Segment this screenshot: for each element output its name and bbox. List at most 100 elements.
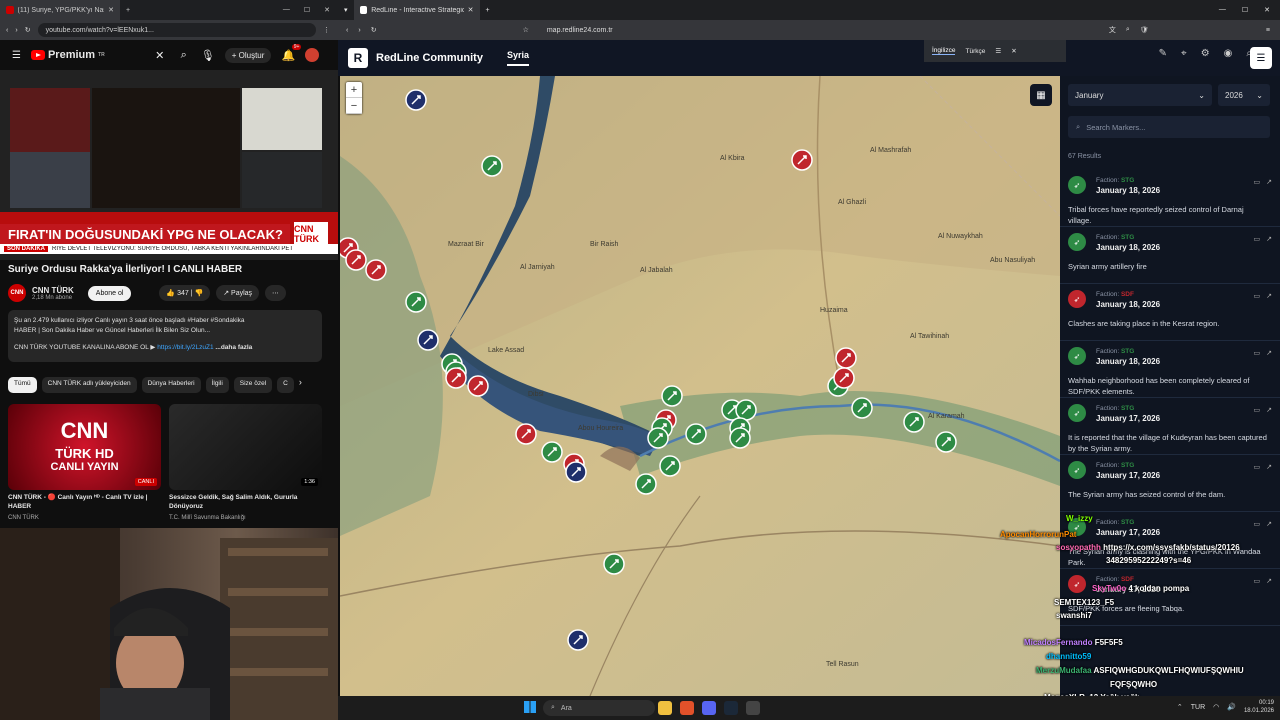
reload-icon[interactable]: ↻ xyxy=(371,26,377,34)
map-marker[interactable] xyxy=(405,291,427,313)
mic-icon[interactable]: 🎙 xyxy=(201,48,215,62)
map-marker[interactable] xyxy=(405,89,427,111)
chip-more[interactable]: C xyxy=(277,377,294,393)
external-link-icon[interactable]: ↗ xyxy=(1266,178,1272,186)
subscribe-button[interactable]: Abone ol xyxy=(87,285,132,301)
camera-icon[interactable]: ◉ xyxy=(1224,48,1233,59)
map-marker[interactable] xyxy=(515,423,537,445)
ruler-icon[interactable]: ✎ xyxy=(1159,48,1167,59)
map-canvas[interactable]: Lake Assad Abou Houreira Al Mashrafah Al Gh… xyxy=(340,76,1060,696)
map-marker[interactable] xyxy=(833,367,855,389)
bookmark-icon[interactable]: ☆ xyxy=(523,26,529,34)
back-icon[interactable]: ‹ xyxy=(346,27,348,34)
translate-close-icon[interactable]: ✕ xyxy=(1011,47,1016,55)
maximize-icon[interactable]: ☐ xyxy=(1242,6,1248,14)
external-link-icon[interactable]: ↗ xyxy=(1266,406,1272,414)
zoom-in-button[interactable]: + xyxy=(346,82,362,98)
folder-app-icon[interactable] xyxy=(658,701,672,715)
map-marker[interactable] xyxy=(467,375,489,397)
maximize-icon[interactable]: ☐ xyxy=(304,6,310,14)
map-marker[interactable] xyxy=(635,473,657,495)
volume-icon[interactable]: 🔊 xyxy=(1227,703,1236,711)
year-select[interactable]: 2026 ⌄ xyxy=(1218,84,1270,106)
desc-link[interactable]: https://bit.ly/2LzuZ1 xyxy=(157,344,213,351)
brave-app-icon[interactable] xyxy=(680,701,694,715)
translate-menu-icon[interactable]: ☰ xyxy=(995,47,1001,55)
create-button[interactable]: + Oluştur xyxy=(224,47,272,63)
external-link-icon[interactable]: ↗ xyxy=(1266,349,1272,357)
map-marker[interactable] xyxy=(791,149,813,171)
map-marker[interactable] xyxy=(417,329,439,351)
chip-all[interactable]: Tümü xyxy=(8,377,37,393)
chevron-up-icon[interactable]: ⌃ xyxy=(1177,703,1183,711)
nav-syria[interactable]: Syria xyxy=(506,50,529,66)
redline-tab[interactable]: RedLine - Interactive Strategic M ✕ xyxy=(353,0,480,20)
map-marker[interactable] xyxy=(835,347,857,369)
external-link-icon[interactable]: ↗ xyxy=(1266,235,1272,243)
wifi-icon[interactable]: ◠ xyxy=(1213,703,1219,711)
url-field[interactable]: youtube.com/watch?v=lEENxuk1... xyxy=(37,23,316,37)
map-marker[interactable] xyxy=(445,367,467,389)
reload-icon[interactable]: ↻ xyxy=(25,26,31,34)
brand-logo[interactable]: R xyxy=(348,48,368,68)
rec1-title[interactable]: CNN TÜRK - 🔴 Canlı Yayın ᴴᴰ - Canlı TV i… xyxy=(8,494,158,512)
clear-search-icon[interactable]: ✕ xyxy=(153,48,167,62)
external-link-icon[interactable]: ↗ xyxy=(1266,292,1272,300)
chip-related[interactable]: İlgili xyxy=(205,377,229,393)
map-marker[interactable] xyxy=(685,423,707,445)
marker-entry[interactable]: ➶ Faction: SDF January 18, 2026 Clashes are… xyxy=(1060,284,1280,341)
menu-icon[interactable]: ☰ xyxy=(1250,47,1272,69)
back-icon[interactable]: ‹ xyxy=(6,27,8,34)
map-marker[interactable] xyxy=(345,249,367,271)
channel-name[interactable]: CNN TÜRK xyxy=(32,286,74,295)
clock[interactable]: 00:19 18.01.2026 xyxy=(1244,699,1274,716)
close-tab-icon[interactable]: ✕ xyxy=(468,6,474,14)
close-window-icon[interactable]: ✕ xyxy=(1264,6,1270,14)
chip-world[interactable]: Dünya Haberleri xyxy=(141,377,201,393)
map[interactable]: Lake Assad Abou Houreira Al Mashrafah Al Gh… xyxy=(340,76,1060,696)
marker-entry[interactable]: ➶ Faction: STG January 18, 2026 Syrian army… xyxy=(1060,227,1280,284)
map-marker[interactable] xyxy=(567,629,589,651)
video-icon[interactable]: ▭ xyxy=(1254,235,1261,243)
video-icon[interactable]: ▭ xyxy=(1254,463,1261,471)
forward-icon[interactable]: › xyxy=(15,27,17,34)
zoom-out-button[interactable]: − xyxy=(346,98,362,114)
video-icon[interactable]: ▭ xyxy=(1254,349,1261,357)
shield-icon[interactable]: 🛡 xyxy=(1140,26,1149,34)
marker-entry[interactable]: ➶ Faction: STG January 18, 2026 Tribal forc… xyxy=(1060,170,1280,227)
description-box[interactable]: Şu an 2.479 kullanıcı izliyor Canlı yayı… xyxy=(8,310,322,362)
map-marker[interactable] xyxy=(365,259,387,281)
avatar[interactable] xyxy=(305,48,320,62)
brand-name[interactable]: RedLine Community xyxy=(376,52,483,64)
youtube-tab[interactable]: (11) Suriye, YPG/PKK'yı Nasıl Süpü ✕ xyxy=(0,0,120,20)
video-icon[interactable]: ▭ xyxy=(1254,178,1261,186)
external-link-icon[interactable]: ↗ xyxy=(1266,463,1272,471)
rec2-title[interactable]: Sessizce Geldik, Sağ Salim Aldık, Gururl… xyxy=(169,494,319,512)
show-more-link[interactable]: ...daha fazla xyxy=(215,344,252,351)
map-marker[interactable] xyxy=(935,431,957,453)
rec-thumb-1[interactable]: CNN TÜRK HD CANLI YAYIN CANLI xyxy=(8,404,161,490)
obs-app-icon[interactable] xyxy=(746,701,760,715)
video-icon[interactable]: ▭ xyxy=(1254,292,1261,300)
tab-list-icon[interactable]: ▾ xyxy=(338,6,354,14)
channel-avatar[interactable]: CNN xyxy=(8,284,26,302)
map-marker[interactable] xyxy=(659,455,681,477)
gear-icon[interactable]: ⚙ xyxy=(1201,48,1210,59)
translate-english[interactable]: İngilizce xyxy=(932,47,956,55)
chip-for-you[interactable]: Size özel xyxy=(233,377,273,393)
url-field[interactable]: map.redline24.com.tr xyxy=(539,23,1099,37)
chevron-right-icon[interactable]: › xyxy=(299,377,302,393)
minimize-icon[interactable]: — xyxy=(283,6,290,14)
video-icon[interactable]: ▭ xyxy=(1254,406,1261,414)
map-marker[interactable] xyxy=(481,155,503,177)
map-marker[interactable] xyxy=(647,427,669,449)
steam-app-icon[interactable] xyxy=(724,701,738,715)
minimize-icon[interactable]: — xyxy=(1219,6,1226,14)
extensions-icon[interactable]: ≡ xyxy=(1266,27,1280,34)
map-marker[interactable] xyxy=(903,411,925,433)
new-tab-icon[interactable]: + xyxy=(126,7,130,14)
bell-icon[interactable]: 🔔 9+ xyxy=(281,44,302,62)
share-button[interactable]: ↗ Paylaş xyxy=(216,285,260,301)
marker-entry[interactable]: ➶ Faction: STG January 18, 2026 Wahhab neig… xyxy=(1060,341,1280,398)
discord-app-icon[interactable] xyxy=(702,701,716,715)
